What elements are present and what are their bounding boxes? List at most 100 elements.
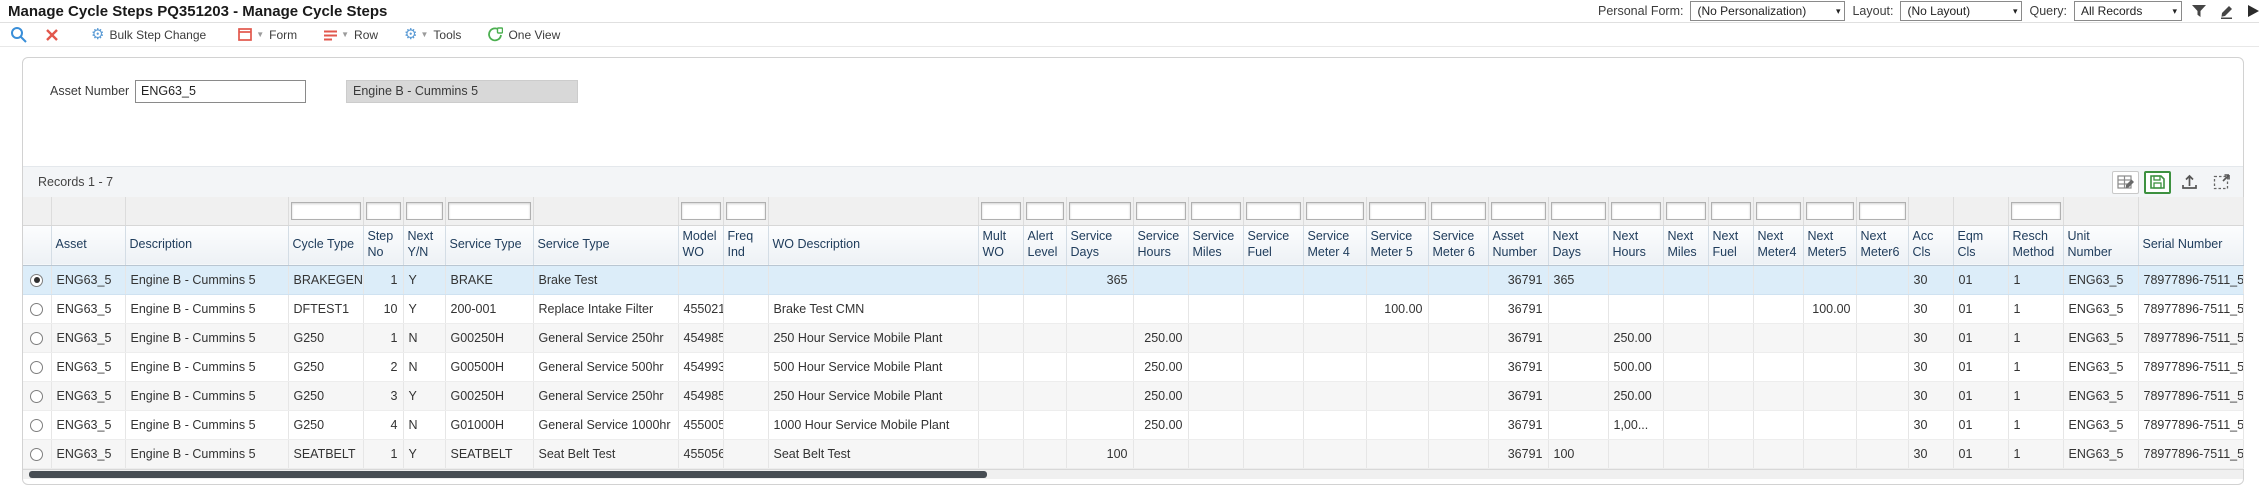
column-header-next_meter5[interactable]: Next Meter5 bbox=[1803, 225, 1856, 265]
row-select-cell bbox=[23, 439, 51, 468]
qbe-filter-service_miles[interactable] bbox=[1191, 202, 1241, 220]
table-row[interactable]: ENG63_5Engine B - Cummins 5G2501NG00250H… bbox=[23, 323, 2243, 352]
tools-menu-button[interactable]: ⚙ ▼ Tools bbox=[404, 27, 461, 42]
qbe-filter-next_yn[interactable] bbox=[406, 202, 443, 220]
row-radio[interactable] bbox=[30, 332, 43, 345]
row-radio[interactable] bbox=[30, 390, 43, 403]
qbe-filter-next_miles[interactable] bbox=[1666, 202, 1706, 220]
column-header-asset[interactable]: Asset bbox=[51, 225, 125, 265]
column-header-step_no[interactable]: Step No bbox=[363, 225, 403, 265]
column-header-next_meter6[interactable]: Next Meter6 bbox=[1856, 225, 1908, 265]
qbe-filter-mult_wo[interactable] bbox=[981, 202, 1021, 220]
column-header-service_meter5[interactable]: Service Meter 5 bbox=[1366, 225, 1428, 265]
column-header-service_type_desc[interactable]: Service Type bbox=[533, 225, 678, 265]
qbe-filter-service_meter5[interactable] bbox=[1369, 202, 1426, 220]
column-header-asset_number[interactable]: Asset Number bbox=[1488, 225, 1548, 265]
qbe-filter-next_days[interactable] bbox=[1551, 202, 1606, 220]
one-view-menu-button[interactable]: One View bbox=[487, 27, 560, 42]
row-radio[interactable] bbox=[30, 361, 43, 374]
column-header-model_wo[interactable]: Model WO bbox=[678, 225, 723, 265]
asset-number-input[interactable] bbox=[135, 80, 306, 103]
column-header-next_miles[interactable]: Next Miles bbox=[1663, 225, 1708, 265]
table-row[interactable]: ENG63_5Engine B - Cummins 5G2503YG00250H… bbox=[23, 381, 2243, 410]
qbe-filter-asset_number[interactable] bbox=[1491, 202, 1546, 220]
grid-cell-wo_description: 250 Hour Service Mobile Plant bbox=[768, 323, 978, 352]
qbe-filter-next_fuel[interactable] bbox=[1711, 202, 1751, 220]
column-header-service_hours[interactable]: Service Hours bbox=[1133, 225, 1188, 265]
qbe-filter-step_no[interactable] bbox=[366, 202, 401, 220]
column-header-cycle_type[interactable]: Cycle Type bbox=[288, 225, 363, 265]
form-menu-button[interactable]: ▼ Form bbox=[238, 28, 297, 42]
column-header-service_meter6[interactable]: Service Meter 6 bbox=[1428, 225, 1488, 265]
column-header-alert_level[interactable]: Alert Level bbox=[1023, 225, 1066, 265]
column-header-serial_number[interactable]: Serial Number bbox=[2138, 225, 2243, 265]
column-header-freq_ind[interactable]: Freq Ind bbox=[723, 225, 768, 265]
column-header-wo_description[interactable]: WO Description bbox=[768, 225, 978, 265]
grid-cell-serial_number: 78977896-7511_5 bbox=[2138, 439, 2243, 468]
table-row[interactable]: ENG63_5Engine B - Cummins 5SEATBELT1YSEA… bbox=[23, 439, 2243, 468]
qbe-filter-cycle_type[interactable] bbox=[291, 202, 361, 220]
grid-cell-service_meter5 bbox=[1366, 410, 1428, 439]
find-button[interactable] bbox=[10, 26, 27, 43]
column-header-service_fuel[interactable]: Service Fuel bbox=[1243, 225, 1303, 265]
row-radio[interactable] bbox=[30, 448, 43, 461]
qbe-filter-service_meter6[interactable] bbox=[1431, 202, 1486, 220]
edit-grid-icon[interactable] bbox=[2112, 171, 2139, 194]
grid-cell-next_meter6 bbox=[1856, 410, 1908, 439]
personal-form-select[interactable]: (No Personalization) ▾ bbox=[1690, 1, 1845, 21]
qbe-filter-service_fuel[interactable] bbox=[1246, 202, 1301, 220]
qbe-filter-service_meter4[interactable] bbox=[1306, 202, 1364, 220]
row-radio[interactable] bbox=[30, 419, 43, 432]
column-header-next_meter4[interactable]: Next Meter4 bbox=[1753, 225, 1803, 265]
bulk-step-change-button[interactable]: ⚙ Bulk Step Change bbox=[91, 27, 206, 42]
maximize-grid-icon[interactable] bbox=[2208, 171, 2235, 194]
column-header-mult_wo[interactable]: Mult WO bbox=[978, 225, 1023, 265]
column-header-unit_number[interactable]: Unit Number bbox=[2063, 225, 2138, 265]
layout-select[interactable]: (No Layout) ▾ bbox=[1900, 1, 2022, 21]
qbe-filter-next_meter6[interactable] bbox=[1859, 202, 1906, 220]
table-row[interactable]: ENG63_5Engine B - Cummins 5DFTEST110Y200… bbox=[23, 294, 2243, 323]
qbe-filter-alert_level[interactable] bbox=[1026, 202, 1064, 220]
horizontal-scrollbar[interactable] bbox=[23, 469, 2243, 479]
grid-cell-alert_level bbox=[1023, 439, 1066, 468]
qbe-filter-next_meter5[interactable] bbox=[1806, 202, 1854, 220]
column-header-next_hours[interactable]: Next Hours bbox=[1608, 225, 1663, 265]
qbe-filter-service_type[interactable] bbox=[448, 202, 531, 220]
column-header-service_days[interactable]: Service Days bbox=[1066, 225, 1133, 265]
column-header-resch_method[interactable]: Resch Method bbox=[2008, 225, 2063, 265]
filter-icon[interactable] bbox=[2189, 2, 2209, 20]
column-header-service_meter4[interactable]: Service Meter 4 bbox=[1303, 225, 1366, 265]
table-row[interactable]: ENG63_5Engine B - Cummins 5G2504NG01000H… bbox=[23, 410, 2243, 439]
qbe-filter-next_meter4[interactable] bbox=[1756, 202, 1801, 220]
qbe-filter-next_hours[interactable] bbox=[1611, 202, 1661, 220]
advanced-query-icon[interactable] bbox=[2243, 2, 2259, 20]
query-select[interactable]: All Records ▾ bbox=[2074, 1, 2182, 21]
table-row[interactable]: ENG63_5Engine B - Cummins 5G2502NG00500H… bbox=[23, 352, 2243, 381]
column-header-eqm_cls[interactable]: Eqm Cls bbox=[1953, 225, 2008, 265]
qbe-filter-service_hours[interactable] bbox=[1136, 202, 1186, 220]
grid-cell-mult_wo bbox=[978, 294, 1023, 323]
column-header-description[interactable]: Description bbox=[125, 225, 288, 265]
column-header-service_miles[interactable]: Service Miles bbox=[1188, 225, 1243, 265]
grid-cell-wo_description: 250 Hour Service Mobile Plant bbox=[768, 381, 978, 410]
row-radio[interactable] bbox=[30, 303, 43, 316]
column-header-acc_cls[interactable]: Acc Cls bbox=[1908, 225, 1953, 265]
qbe-filter-model_wo[interactable] bbox=[681, 202, 721, 220]
grid-cell-acc_cls: 30 bbox=[1908, 265, 1953, 294]
row-menu-button[interactable]: ▼ Row bbox=[323, 28, 378, 42]
grid-cell-unit_number: ENG63_5 bbox=[2063, 352, 2138, 381]
table-row[interactable]: ENG63_5Engine B - Cummins 5BRAKEGEN1YBRA… bbox=[23, 265, 2243, 294]
column-header-next_fuel[interactable]: Next Fuel bbox=[1708, 225, 1753, 265]
row-radio[interactable] bbox=[30, 274, 43, 287]
scrollbar-thumb[interactable] bbox=[29, 471, 987, 478]
export-grid-icon[interactable] bbox=[2176, 171, 2203, 194]
qbe-filter-freq_ind[interactable] bbox=[726, 202, 766, 220]
column-header-next_yn[interactable]: Next Y/N bbox=[403, 225, 445, 265]
close-button[interactable] bbox=[45, 28, 59, 42]
qbe-filter-resch_method[interactable] bbox=[2011, 202, 2061, 220]
column-header-next_days[interactable]: Next Days bbox=[1548, 225, 1608, 265]
save-grid-icon[interactable] bbox=[2144, 171, 2171, 194]
edit-query-icon[interactable] bbox=[2216, 2, 2236, 20]
column-header-service_type[interactable]: Service Type bbox=[445, 225, 533, 265]
qbe-filter-service_days[interactable] bbox=[1069, 202, 1131, 220]
